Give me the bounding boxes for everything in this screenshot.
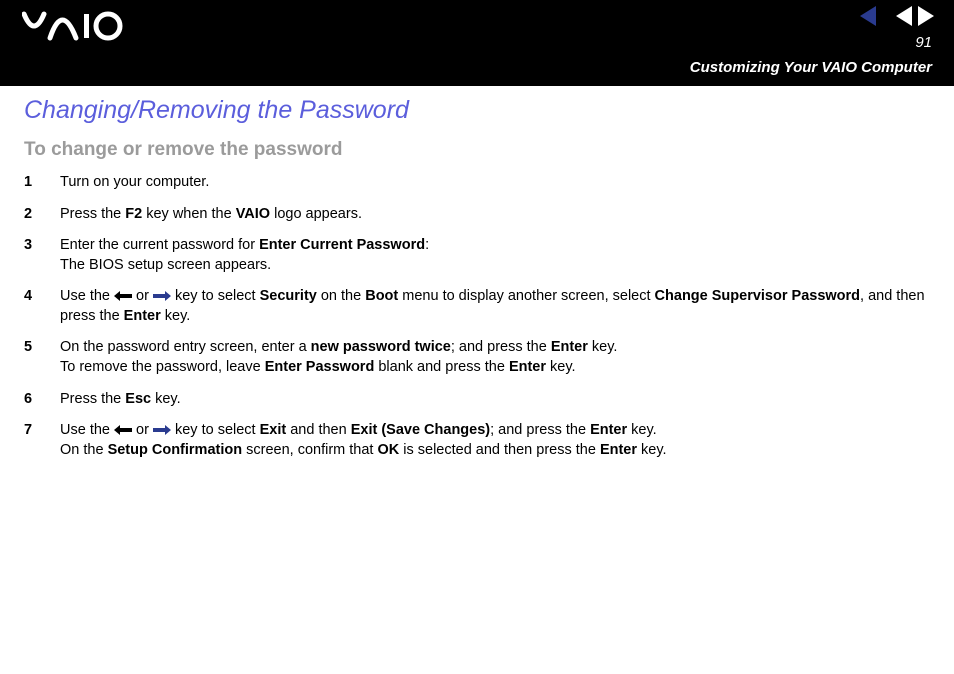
step-item: 3Enter the current password for Enter Cu… — [24, 236, 930, 275]
page-heading: Changing/Removing the Password — [24, 96, 930, 125]
step-number: 6 — [24, 390, 60, 410]
step-text: On the password entry screen, enter a ne… — [60, 338, 930, 377]
prev-page-icon[interactable] — [896, 6, 912, 26]
step-item: 1Turn on your computer. — [24, 173, 930, 193]
step-item: 5On the password entry screen, enter a n… — [24, 338, 930, 377]
vaio-logo — [22, 10, 142, 47]
step-text: Press the F2 key when the VAIO logo appe… — [60, 205, 930, 225]
step-number: 4 — [24, 287, 60, 326]
step-text: Use the or key to select Security on the… — [60, 287, 930, 326]
step-item: 7Use the or key to select Exit and then … — [24, 421, 930, 460]
contents-nav-icon[interactable] — [860, 6, 876, 26]
steps-list: 1Turn on your computer.2Press the F2 key… — [24, 173, 930, 460]
step-item: 4Use the or key to select Security on th… — [24, 287, 930, 326]
page-number: 91 — [915, 34, 932, 51]
step-number: 1 — [24, 173, 60, 193]
page-content: Changing/Removing the Password To change… — [0, 86, 954, 482]
step-text: Enter the current password for Enter Cur… — [60, 236, 930, 275]
step-item: 2Press the F2 key when the VAIO logo app… — [24, 205, 930, 225]
step-item: 6Press the Esc key. — [24, 390, 930, 410]
page-subheading: To change or remove the password — [24, 139, 930, 161]
step-number: 5 — [24, 338, 60, 377]
nav-controls — [860, 6, 934, 26]
step-number: 2 — [24, 205, 60, 225]
step-number: 7 — [24, 421, 60, 460]
step-text: Use the or key to select Exit and then E… — [60, 421, 930, 460]
section-title: Customizing Your VAIO Computer — [690, 59, 932, 76]
step-text: Turn on your computer. — [60, 173, 930, 193]
step-number: 3 — [24, 236, 60, 275]
header-bar: 91 Customizing Your VAIO Computer — [0, 0, 954, 86]
next-page-icon[interactable] — [918, 6, 934, 26]
step-text: Press the Esc key. — [60, 390, 930, 410]
